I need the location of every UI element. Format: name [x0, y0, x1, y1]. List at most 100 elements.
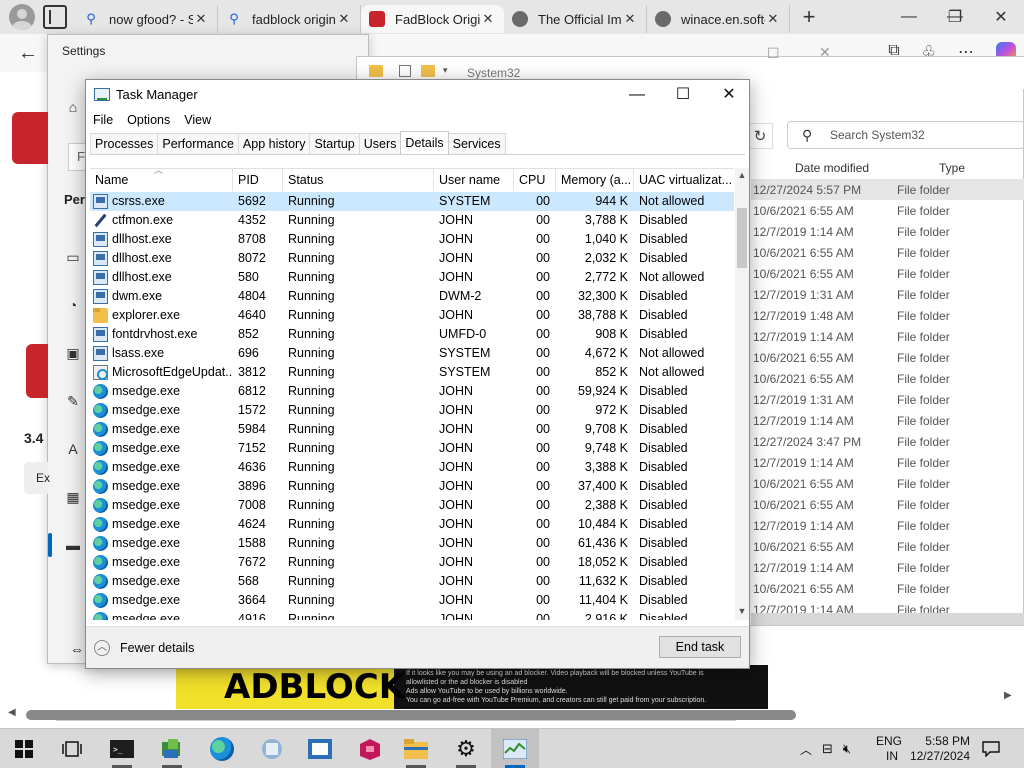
app-button[interactable]: [296, 729, 344, 768]
column-name[interactable]: Name: [90, 169, 233, 191]
browser-close-icon[interactable]: ✕: [978, 0, 1024, 34]
profile-avatar-icon[interactable]: [9, 4, 35, 30]
list-item[interactable]: 10/6/2021 6:55 AM File folder: [751, 536, 1024, 557]
explorer-search-input[interactable]: ⚲ Search System32: [787, 121, 1024, 149]
browser-tab[interactable]: winace.en.softo ✕: [647, 5, 790, 33]
page-horizontal-scrollbar[interactable]: [26, 710, 796, 720]
table-row[interactable]: msedge.exe 3664 Running JOHN 00 11,404 K Disab…: [90, 591, 734, 610]
list-item[interactable]: 12/7/2019 1:14 AM File folder: [751, 515, 1024, 536]
table-row[interactable]: msedge.exe 5984 Running JOHN 00 9,708 K Disabl…: [90, 420, 734, 439]
network-icon[interactable]: ⊟: [822, 741, 833, 757]
list-item[interactable]: 10/6/2021 6:55 AM File folder: [751, 200, 1024, 221]
table-row[interactable]: csrss.exe 5692 Running SYSTEM 00 944 K Not all…: [90, 192, 734, 211]
minimize-icon[interactable]: —: [614, 82, 660, 108]
list-item[interactable]: 12/7/2019 1:31 AM File folder: [751, 284, 1024, 305]
settings-button[interactable]: ⚙: [442, 729, 490, 768]
table-row[interactable]: dllhost.exe 8072 Running JOHN 00 2,032 K Disab…: [90, 249, 734, 268]
menu-view[interactable]: View: [177, 110, 218, 130]
gaming-icon[interactable]: ▬: [64, 537, 82, 553]
app-button[interactable]: [148, 729, 196, 768]
quick-access-dropdown-icon[interactable]: ▾: [443, 65, 448, 76]
list-item[interactable]: 10/6/2021 6:55 AM File folder: [751, 347, 1024, 368]
list-item[interactable]: 10/6/2021 6:55 AM File folder: [751, 242, 1024, 263]
browser-tab[interactable]: ⚲ fadblock origin ✕: [218, 5, 361, 33]
browser-tab[interactable]: FadBlock Origin ✕: [361, 5, 504, 33]
column-uac[interactable]: UAC virtualizat...: [634, 169, 734, 191]
menu-file[interactable]: File: [86, 110, 120, 130]
list-item[interactable]: 12/7/2019 1:48 AM File folder: [751, 305, 1024, 326]
new-tab-button[interactable]: +: [794, 4, 824, 30]
table-row[interactable]: msedge.exe 7672 Running JOHN 00 18,052 K Disab…: [90, 553, 734, 572]
table-row[interactable]: msedge.exe 7152 Running JOHN 00 9,748 K Disabl…: [90, 439, 734, 458]
browser-tab[interactable]: The Official Im ✕: [504, 5, 647, 33]
language-icon[interactable]: A: [64, 441, 82, 457]
task-view-button[interactable]: [48, 729, 96, 768]
refresh-icon[interactable]: ↻: [747, 123, 773, 149]
close-tab-icon[interactable]: ✕: [193, 11, 209, 27]
table-row[interactable]: msedge.exe 568 Running JOHN 00 11,632 K Disabl…: [90, 572, 734, 591]
table-row[interactable]: dwm.exe 4804 Running DWM-2 00 32,300 K Disable…: [90, 287, 734, 306]
apps-icon[interactable]: ▦: [64, 489, 82, 506]
browser-restore-icon[interactable]: ❐: [932, 0, 978, 34]
tab-details[interactable]: Details: [400, 131, 449, 154]
browser-tab[interactable]: ⚲ now gfood? - S ✕: [75, 5, 218, 33]
table-row[interactable]: lsass.exe 696 Running SYSTEM 00 4,672 K Not al…: [90, 344, 734, 363]
table-row[interactable]: msedge.exe 4916 Running JOHN 00 2,916 K Disabl…: [90, 610, 734, 620]
column-pid[interactable]: PID: [233, 169, 283, 191]
table-row[interactable]: fontdrvhost.exe 852 Running UMFD-0 00 908 K Di…: [90, 325, 734, 344]
show-hidden-icons-icon[interactable]: ︿: [800, 741, 812, 758]
list-item[interactable]: 12/7/2019 1:14 AM File folder: [751, 452, 1024, 473]
scroll-left-arrow-icon[interactable]: ◀: [8, 707, 16, 718]
tab-app-history[interactable]: App history: [237, 133, 311, 154]
close-tab-icon[interactable]: ✕: [480, 11, 496, 27]
app-button[interactable]: [346, 729, 394, 768]
list-item[interactable]: 12/27/2024 5:57 PM File folder: [751, 179, 1024, 200]
list-item[interactable]: 10/6/2021 6:55 AM File folder: [751, 494, 1024, 515]
scrollbar-thumb[interactable]: [737, 208, 747, 268]
back-arrow-icon[interactable]: ←: [18, 42, 38, 65]
file-explorer-button[interactable]: [392, 729, 440, 768]
palette-icon[interactable]: ◔: [64, 297, 82, 313]
properties-icon[interactable]: [399, 65, 411, 77]
task-manager-taskbar-button[interactable]: [491, 729, 539, 768]
list-item[interactable]: 12/7/2019 1:31 AM File folder: [751, 389, 1024, 410]
table-row[interactable]: ctfmon.exe 4352 Running JOHN 00 3,788 K Disabl…: [90, 211, 734, 230]
app-button[interactable]: [248, 729, 296, 768]
column-type[interactable]: Type: [939, 161, 965, 175]
list-item[interactable]: 12/27/2024 3:47 PM File folder: [751, 431, 1024, 452]
list-item[interactable]: 12/7/2019 1:14 AM File folder: [751, 326, 1024, 347]
edge-button[interactable]: [198, 729, 246, 768]
notification-center-button[interactable]: [982, 729, 1002, 768]
column-user-name[interactable]: User name: [434, 169, 514, 191]
extension-button-fragment[interactable]: Ex: [24, 462, 50, 494]
menu-options[interactable]: Options: [120, 110, 177, 130]
close-tab-icon[interactable]: ✕: [336, 11, 352, 27]
column-date-modified[interactable]: Date modified: [795, 161, 869, 175]
table-row[interactable]: msedge.exe 1572 Running JOHN 00 972 K Disabled: [90, 401, 734, 420]
close-tab-icon[interactable]: ✕: [765, 11, 781, 27]
tab-startup[interactable]: Startup: [309, 133, 360, 154]
pen-settings-icon[interactable]: ✎: [64, 393, 82, 410]
terminal-button[interactable]: >_: [98, 729, 146, 768]
scroll-down-icon[interactable]: ▼: [736, 606, 748, 616]
language-indicator[interactable]: ENG IN: [876, 729, 902, 768]
new-folder-icon[interactable]: [421, 65, 435, 77]
list-item[interactable]: 12/7/2019 1:14 AM File folder: [751, 221, 1024, 242]
table-row[interactable]: msedge.exe 7008 Running JOHN 00 2,388 K Disabl…: [90, 496, 734, 515]
column-status[interactable]: Status: [283, 169, 434, 191]
start-button[interactable]: [0, 729, 48, 768]
fewer-details-button[interactable]: ︿ Fewer details: [94, 640, 194, 656]
tab-services[interactable]: Services: [447, 133, 506, 154]
table-row[interactable]: msedge.exe 1588 Running JOHN 00 61,436 K Disab…: [90, 534, 734, 553]
table-row[interactable]: dllhost.exe 580 Running JOHN 00 2,772 K Not al…: [90, 268, 734, 287]
volume-muted-icon[interactable]: 🔇︎: [843, 741, 851, 757]
end-task-button[interactable]: End task: [659, 636, 741, 658]
list-item[interactable]: 10/6/2021 6:55 AM File folder: [751, 578, 1024, 599]
table-row[interactable]: MicrosoftEdgeUpdat... 3812 Running SYSTEM 00…: [90, 363, 734, 382]
personalization-icon[interactable]: ▭: [64, 249, 82, 266]
tab-processes[interactable]: Processes: [90, 133, 159, 154]
devices-icon[interactable]: ▣: [64, 345, 82, 362]
table-row[interactable]: explorer.exe 4640 Running JOHN 00 38,788 K Dis…: [90, 306, 734, 325]
table-row[interactable]: msedge.exe 6812 Running JOHN 00 59,924 K Disab…: [90, 382, 734, 401]
column-memory[interactable]: Memory (a...: [556, 169, 634, 191]
